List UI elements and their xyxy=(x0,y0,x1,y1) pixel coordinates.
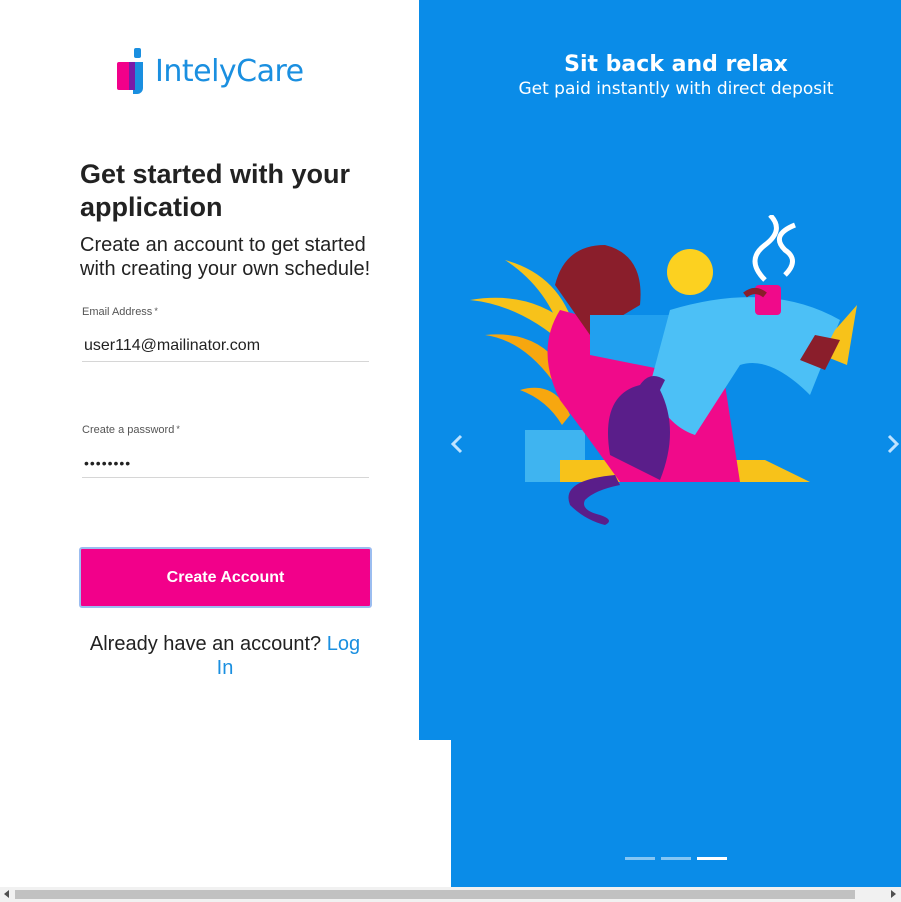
login-prompt-text: Already have an account? xyxy=(89,633,322,655)
page-subtitle: Create an account to get started with cr… xyxy=(80,234,371,280)
slide-subtitle: Get paid instantly with direct deposit xyxy=(518,79,834,99)
scroll-left-icon[interactable] xyxy=(4,890,9,898)
email-label: Email Address xyxy=(82,306,153,318)
carousel-indicators xyxy=(625,857,727,860)
page-title: Get started with your application xyxy=(80,159,351,222)
carousel-dot-1[interactable] xyxy=(625,857,655,860)
login-prompt: Already have an account? Log In xyxy=(80,632,370,680)
email-input[interactable] xyxy=(82,331,369,362)
carousel-prev-icon[interactable] xyxy=(447,430,467,458)
password-field: Create a password * xyxy=(82,424,369,478)
carousel-dot-2[interactable] xyxy=(661,857,691,860)
scrollbar-thumb[interactable] xyxy=(15,890,855,899)
password-input[interactable] xyxy=(82,449,369,478)
carousel-panel-lower xyxy=(451,740,901,887)
required-mark: * xyxy=(176,424,180,434)
carousel-next-icon[interactable] xyxy=(883,430,901,458)
carousel-dot-3[interactable] xyxy=(697,857,727,860)
email-field: Email Address * xyxy=(82,306,369,362)
required-mark: * xyxy=(154,306,158,316)
signup-panel: IntelyCare Get started with your applica… xyxy=(0,0,419,887)
scroll-right-icon[interactable] xyxy=(891,890,896,898)
intelycare-logo: IntelyCare xyxy=(116,46,304,96)
slide-title: Sit back and relax xyxy=(564,52,788,77)
logo-text: IntelyCare xyxy=(155,53,304,89)
relaxing-person-illustration xyxy=(470,215,857,525)
password-label: Create a password xyxy=(82,424,175,436)
logo-mark-icon xyxy=(117,48,143,94)
horizontal-scrollbar[interactable] xyxy=(0,887,901,902)
create-account-button[interactable]: Create Account xyxy=(79,547,372,608)
